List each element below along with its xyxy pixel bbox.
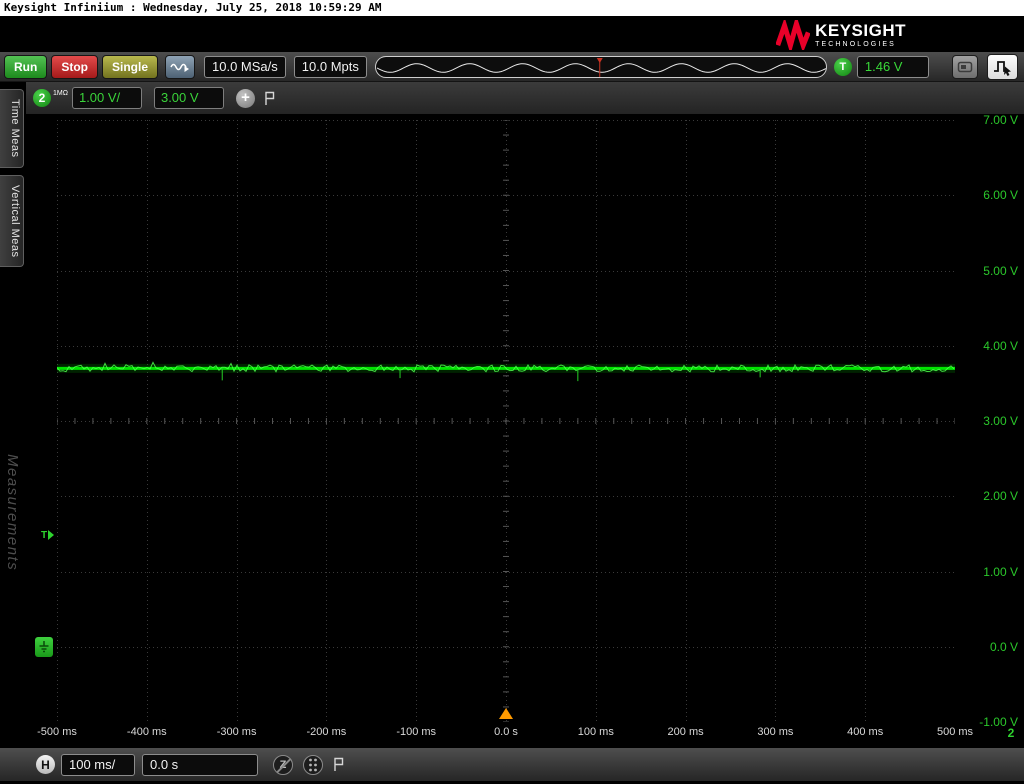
voltage-label: 3.00 V (983, 413, 1018, 429)
scope-grid (57, 120, 955, 722)
time-label: -200 ms (291, 726, 361, 738)
touchpad-button[interactable] (952, 55, 978, 79)
time-labels: -500 ms -400 ms -300 ms -200 ms -100 ms 0.0 s… (57, 726, 955, 742)
scope-display[interactable]: T (57, 120, 955, 722)
trigger-arrow-icon (48, 530, 54, 540)
timebase-display[interactable]: 100 ms/ (61, 754, 135, 776)
tab-time-meas[interactable]: Time Meas (0, 89, 24, 168)
time-label: 400 ms (830, 726, 900, 738)
time-label: 0.0 s (471, 726, 541, 738)
horizontal-badge: H (36, 755, 55, 774)
touch-wave-icon (170, 60, 190, 74)
preview-waveform-icon (377, 58, 827, 78)
voltage-label: 6.00 V (983, 187, 1018, 203)
waveform-preview[interactable] (375, 56, 827, 78)
oscilloscope-app: Keysight Infiniium : Wednesday, July 25,… (0, 0, 1024, 784)
voltage-label: 2.00 V (983, 488, 1018, 504)
vertical-scale-display[interactable]: 1.00 V/ (72, 87, 142, 109)
add-measurement-button[interactable]: + (236, 89, 255, 108)
touchpad-icon (957, 60, 973, 74)
trigger-marker-label: T (41, 530, 47, 541)
voltage-label: 0.0 V (990, 639, 1018, 655)
voltage-labels: 7.00 V 6.00 V 5.00 V 4.00 V 3.00 V 2.00 V 1.00… (960, 120, 1020, 722)
time-label: 300 ms (740, 726, 810, 738)
horizontal-position-display[interactable]: 0.0 s (142, 754, 258, 776)
title-bar: Keysight Infiniium : Wednesday, July 25,… (0, 0, 1024, 16)
touch-button[interactable] (165, 55, 195, 79)
bottom-bar: H 100 ms/ 0.0 s Z (0, 748, 1024, 781)
pin-button[interactable] (264, 91, 275, 106)
zoom-button[interactable]: Z (273, 755, 293, 775)
voltage-label: 4.00 V (983, 338, 1018, 354)
memory-depth-display[interactable]: 10.0 Mpts (294, 56, 367, 78)
time-label: -500 ms (22, 726, 92, 738)
pin-icon (264, 91, 275, 106)
time-label: -100 ms (381, 726, 451, 738)
measurements-watermark: Measurements (4, 454, 21, 571)
run-button[interactable]: Run (4, 55, 47, 79)
brand-sub: TECHNOLOGIES (815, 41, 906, 48)
ground-icon (38, 640, 50, 654)
toolbar-right-group (952, 54, 1018, 80)
channel-bar: 2 1MΩ 1.00 V/ 3.00 V + (26, 82, 1024, 114)
stop-button[interactable]: Stop (51, 55, 98, 79)
voltage-label: 1.00 V (983, 564, 1018, 580)
impedance-label: 1MΩ (53, 90, 68, 97)
time-label: 500 ms (920, 726, 990, 738)
keypad-button[interactable] (303, 755, 323, 775)
time-label: -300 ms (202, 726, 272, 738)
title-text: Keysight Infiniium : Wednesday, July 25,… (4, 1, 382, 14)
waveform-cursor-icon (992, 58, 1014, 76)
header: KEYSIGHT TECHNOLOGIES (0, 16, 1024, 52)
vertical-offset-display[interactable]: 3.00 V (154, 87, 224, 109)
trigger-level-marker[interactable]: T (41, 530, 54, 541)
keysight-logo: KEYSIGHT TECHNOLOGIES (776, 20, 906, 50)
trigger-time-marker[interactable] (499, 708, 513, 719)
sidebar: Time Meas Vertical Meas Measurements (0, 82, 26, 748)
voltage-label: 7.00 V (983, 112, 1018, 128)
time-label: 200 ms (651, 726, 721, 738)
pin-icon (333, 757, 344, 772)
time-label: 100 ms (561, 726, 631, 738)
brand-text: KEYSIGHT TECHNOLOGIES (815, 22, 906, 48)
single-button[interactable]: Single (102, 55, 158, 79)
voltage-label: 5.00 V (983, 263, 1018, 279)
sample-rate-display[interactable]: 10.0 MSa/s (204, 56, 286, 78)
trigger-level-display[interactable]: 1.46 V (857, 56, 929, 78)
waveform-cursor-button[interactable] (987, 54, 1018, 80)
brand-name: KEYSIGHT (815, 22, 906, 39)
channel-2-badge[interactable]: 2 (33, 89, 51, 107)
dots-icon (306, 757, 320, 773)
tab-vertical-meas[interactable]: Vertical Meas (0, 175, 24, 268)
pin-button[interactable] (333, 757, 344, 772)
keysight-spark-icon (776, 20, 810, 50)
channel-axis-badge: 2 (1000, 726, 1022, 740)
time-label: -400 ms (112, 726, 182, 738)
trigger-badge: T (834, 58, 852, 76)
ground-marker[interactable] (35, 637, 53, 657)
toolbar: Run Stop Single 10.0 MSa/s 10.0 Mpts T 1… (0, 52, 1024, 82)
